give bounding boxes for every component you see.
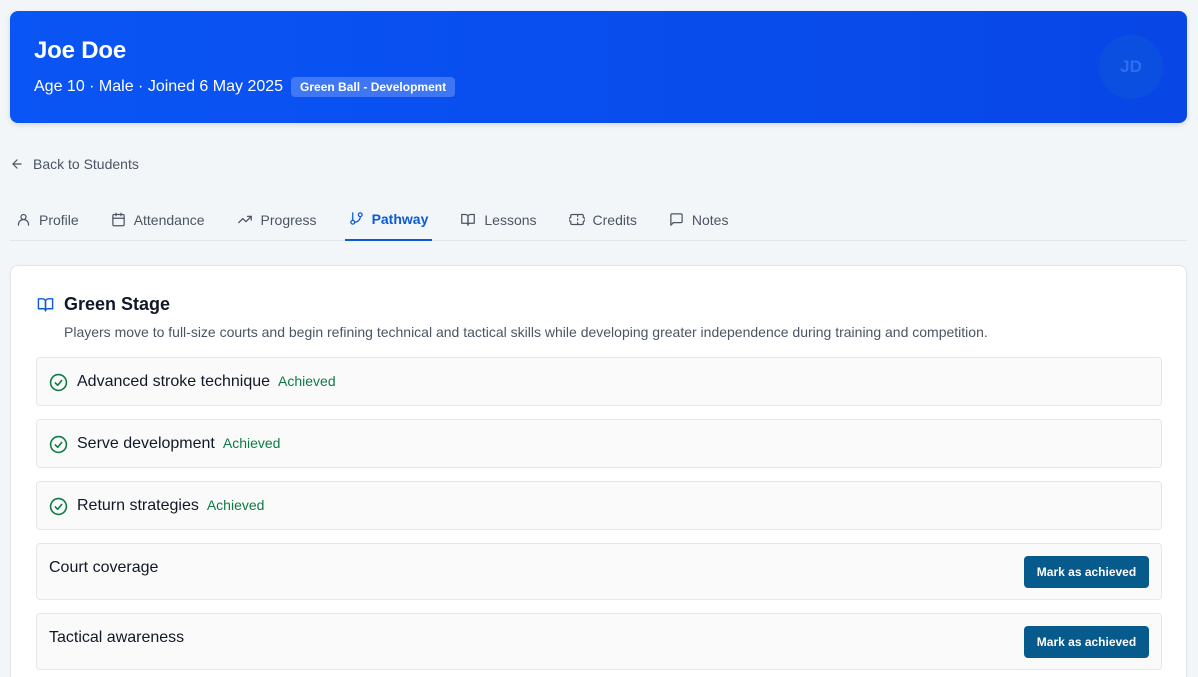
skill-name-text: Serve development [77, 435, 215, 452]
ticket-icon [568, 213, 585, 226]
avatar: JD [1099, 35, 1163, 99]
mark-as-achieved-button[interactable]: Mark as achieved [1024, 556, 1149, 588]
level-badge: Green Ball - Development [291, 77, 456, 97]
tab-pathway[interactable]: Pathway [344, 198, 433, 241]
skill-name: Advanced stroke technique Achieved [77, 373, 336, 391]
pathway-card: Green Stage Players move to full-size co… [10, 265, 1187, 677]
skill-status: Achieved [206, 497, 265, 513]
skill-row: Serve development Achieved [36, 419, 1162, 468]
mark-as-achieved-button[interactable]: Mark as achieved [1024, 626, 1149, 658]
skill-row: Return strategies Achieved [36, 481, 1162, 530]
tab-label: Pathway [371, 210, 429, 227]
skill-row: Court coverage Mark as achieved [36, 543, 1162, 600]
tab-label: Notes [691, 211, 729, 228]
student-meta-text: Age 10 · Male · Joined 6 May 2025 [34, 78, 284, 95]
skill-status: Achieved [222, 435, 281, 451]
tab-label: Lessons [484, 211, 537, 228]
tab-label: Profile [39, 211, 79, 228]
tab-label: Attendance [133, 211, 205, 228]
trending-up-icon [237, 215, 252, 224]
check-circle-icon [49, 373, 68, 392]
calendar-icon [111, 212, 125, 227]
tab-credits[interactable]: Credits [565, 198, 641, 241]
check-circle-icon [49, 435, 68, 454]
book-open-icon [37, 298, 54, 312]
tab-lessons[interactable]: Lessons [456, 198, 540, 241]
git-branch-icon [349, 212, 363, 225]
arrow-left-icon [12, 159, 22, 169]
skill-row: Advanced stroke technique Achieved [36, 357, 1162, 406]
tab-bar: Profile Attendance Progress Pathway Less… [10, 198, 1187, 241]
message-square-icon [670, 213, 683, 226]
tab-attendance[interactable]: Attendance [107, 198, 209, 241]
skill-name-text: Advanced stroke technique [77, 373, 271, 390]
skill-name-text: Return strategies [77, 497, 199, 514]
stage-title: Green Stage [36, 294, 170, 315]
tab-progress[interactable]: Progress [233, 198, 321, 241]
skill-row: Tactical awareness Mark as achieved [36, 613, 1162, 670]
skill-name: Serve development Achieved [77, 435, 280, 453]
back-link-label: Back to Students [33, 156, 139, 172]
back-to-students-link[interactable]: Back to Students [10, 156, 139, 172]
tab-profile[interactable]: Profile [12, 198, 83, 241]
tab-label: Progress [260, 211, 317, 228]
user-icon [17, 213, 30, 226]
skill-status: Achieved [278, 373, 336, 389]
student-meta: Age 10 · Male · Joined 6 May 2025 Green … [34, 77, 456, 97]
skill-name: Tactical awareness [49, 629, 185, 646]
student-name: Joe Doe [34, 37, 126, 64]
skill-name: Return strategies Achieved [77, 497, 264, 515]
student-header: Joe Doe Age 10 · Male · Joined 6 May 202… [10, 11, 1187, 123]
stage-title-text: Green Stage [64, 294, 171, 314]
tab-notes[interactable]: Notes [665, 198, 733, 241]
skill-name: Court coverage [49, 559, 159, 576]
tab-label: Credits [592, 211, 637, 228]
check-circle-icon [49, 497, 68, 516]
stage-description: Players move to full-size courts and beg… [64, 324, 988, 340]
book-open-icon [461, 213, 476, 226]
